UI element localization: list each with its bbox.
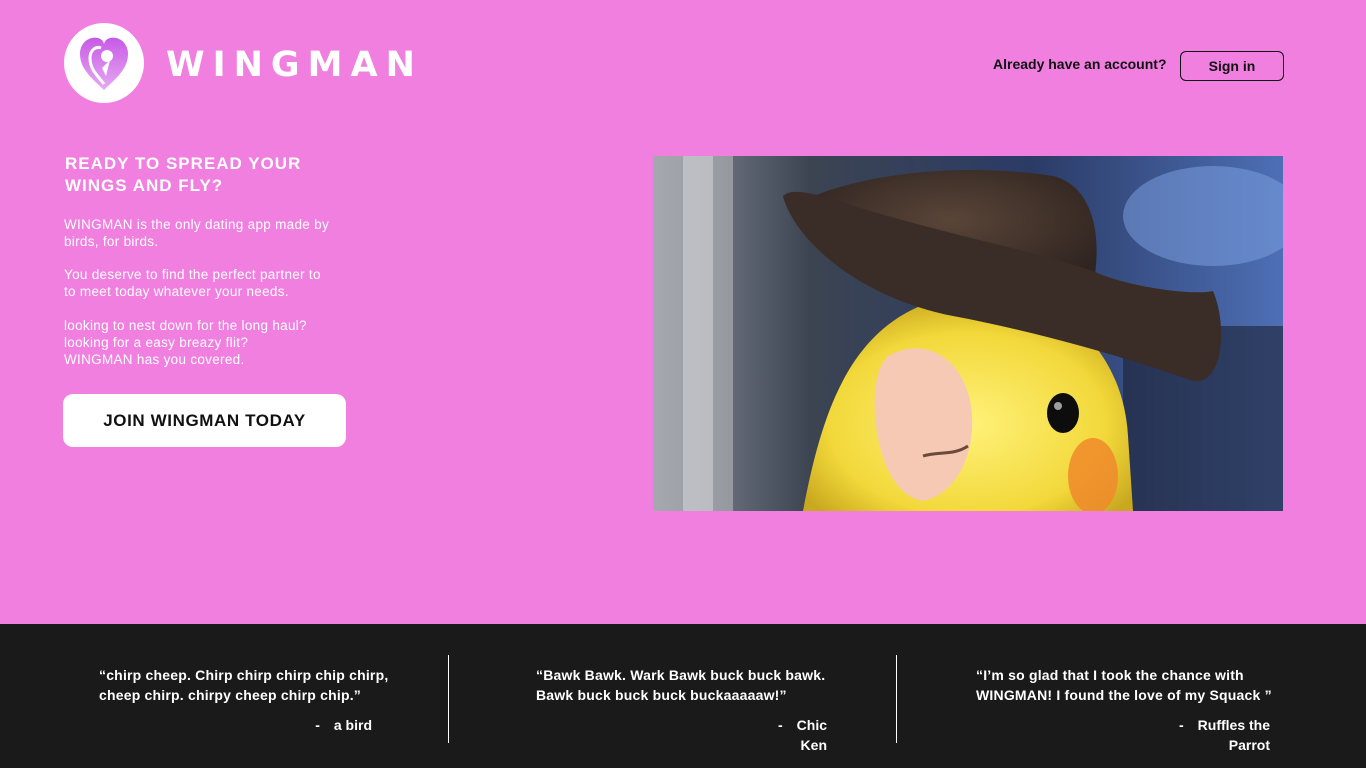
heart-bird-icon <box>80 37 128 90</box>
hero-headline: READY TO SPREAD YOUR WINGS AND FLY? <box>65 154 302 195</box>
hero-paragraph-3: looking to nest down for the long haul? … <box>64 318 307 367</box>
testimonial-dash: - <box>777 717 783 733</box>
hero-image <box>653 156 1283 511</box>
join-wingman-button[interactable]: JOIN WINGMAN TODAY <box>63 394 346 447</box>
logo[interactable] <box>64 23 144 103</box>
testimonial-quote-3: “I’m so glad that I took the chance with… <box>976 667 1272 703</box>
sign-in-button[interactable]: Sign in <box>1180 51 1284 81</box>
testimonial-divider <box>896 655 897 743</box>
testimonials-section: “chirp cheep. Chirp chirp chirp chip chi… <box>0 624 1366 768</box>
testimonial-author-name: a bird <box>333 717 372 733</box>
account-question: Already have an account? <box>993 56 1167 72</box>
hero-paragraph-2: You deserve to find the perfect partner … <box>64 267 321 299</box>
testimonial-author-2: - Chic Ken <box>749 715 827 755</box>
testimonial-dash: - <box>315 717 320 733</box>
cockatiel-in-cowboy-hat-image <box>653 156 1283 511</box>
testimonial-quote-1: “chirp cheep. Chirp chirp chirp chip chi… <box>99 667 389 703</box>
brand-name: WINGMAN <box>166 45 423 85</box>
testimonial-divider <box>448 655 449 743</box>
testimonial-quote-2: “Bawk Bawk. Wark Bawk buck buck bawk. Ba… <box>536 667 826 703</box>
testimonial-author-3: - Ruffles the Parrot <box>1134 715 1270 755</box>
hero-paragraph-1: WINGMAN is the only dating app made by b… <box>64 217 330 249</box>
testimonial-dash: - <box>1178 717 1184 733</box>
testimonial-author-name: Chic Ken <box>796 717 827 753</box>
testimonial-author-1: -a bird <box>312 715 372 735</box>
testimonial-author-name: Ruffles the Parrot <box>1197 717 1270 753</box>
